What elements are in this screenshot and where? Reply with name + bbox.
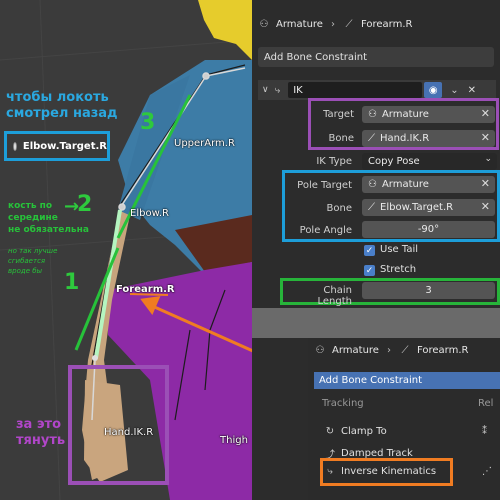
- clear-target-icon[interactable]: ✕: [481, 107, 490, 120]
- menu-item-clamp-to[interactable]: ↻ Clamp To: [324, 426, 387, 437]
- pole-bone-label: Bone: [326, 203, 352, 214]
- ik-constraint-icon: ⤷: [274, 84, 281, 96]
- breadcrumb-bone[interactable]: Forearm.R: [361, 19, 413, 30]
- add-constraint-menu-inset: ⚇ Armature › ⟋ Forearm.R Add Bone Constr…: [308, 338, 500, 500]
- inset-breadcrumb: ⚇ Armature › ⟋ Forearm.R: [308, 338, 500, 362]
- inset-breadcrumb-object[interactable]: Armature: [332, 345, 379, 356]
- clear-pole-target-icon[interactable]: ✕: [481, 177, 490, 190]
- chevron-right-icon: ›: [386, 344, 391, 356]
- add-bone-constraint-button[interactable]: Add Bone Constraint: [258, 47, 494, 67]
- pole-bone-value: Elbow.Target.R: [380, 202, 454, 213]
- bone-dot-icon: [13, 141, 17, 151]
- inset-breadcrumb-bone[interactable]: Forearm.R: [417, 345, 469, 356]
- blender-window: чтобы локоть смотрел назад Elbow.Target.…: [0, 0, 500, 500]
- clamp-to-icon: ↻: [325, 426, 335, 437]
- ik-type-value: Copy Pose: [368, 156, 420, 167]
- breadcrumb-object[interactable]: Armature: [276, 19, 323, 30]
- pole-bone-field[interactable]: ⟋ Elbow.Target.R ✕: [362, 199, 495, 216]
- chain-length-field[interactable]: 3: [362, 282, 495, 299]
- bone-label-forearm: Forearm.R: [116, 284, 175, 295]
- elbow-note: чтобы локоть смотрел назад: [6, 90, 118, 121]
- chevron-down-icon: ⌄: [484, 154, 492, 164]
- inset-add-bone-constraint-title: Add Bone Constraint: [314, 372, 500, 389]
- bone-field[interactable]: ⟋ Hand.IK.R ✕: [362, 130, 495, 147]
- bone-icon: ⟋: [368, 133, 375, 144]
- character-hair: [198, 0, 252, 60]
- bone-icon: ⟋: [345, 18, 353, 30]
- use-tail-checkbox[interactable]: ✓: [364, 245, 375, 256]
- bone-label-elbow: Elbow.R: [130, 208, 169, 219]
- clear-bone-icon[interactable]: ✕: [481, 131, 490, 144]
- bone-icon: ⟋: [368, 202, 375, 213]
- bone-value: Hand.IK.R: [380, 133, 430, 144]
- ik-constraint-header: ∨ ⤷ IK ◉ ⌄ ✕: [258, 80, 496, 100]
- breadcrumb: ⚇ Armature › ⟋ Forearm.R: [252, 12, 500, 36]
- menu-category-tracking: Tracking: [322, 398, 364, 409]
- panel-divider: [252, 308, 500, 338]
- pole-target-value: Armature: [381, 179, 429, 190]
- armature-icon: ⚇: [368, 109, 377, 120]
- target-label: Target: [323, 109, 354, 120]
- chain-number-3: 3: [140, 110, 156, 135]
- bone-label-upperarm: UpperArm.R: [174, 138, 235, 149]
- side-icon-1: ⁑: [482, 426, 487, 437]
- chevron-right-icon: ›: [330, 18, 335, 30]
- inverse-kinematics-highlight-box: [320, 458, 453, 486]
- pull-note: за это тянуть: [16, 417, 66, 448]
- side-icon-2: ⋰: [482, 466, 492, 477]
- armature-icon: ⚇: [259, 18, 269, 30]
- bone-icon: ⟋: [401, 344, 409, 356]
- stretch-label: Stretch: [380, 264, 417, 275]
- chain-number-2: 2: [77, 192, 93, 217]
- target-value: Armature: [381, 109, 429, 120]
- armature-icon: ⚇: [315, 344, 325, 356]
- pole-target-field[interactable]: ⚇ Armature ✕: [362, 176, 495, 193]
- eye-visibility-icon[interactable]: ◉: [424, 82, 443, 98]
- armature-icon: ⚇: [368, 179, 377, 190]
- pole-angle-label: Pole Angle: [299, 225, 352, 236]
- target-field[interactable]: ⚇ Armature ✕: [362, 106, 495, 123]
- pole-angle-field[interactable]: -90°: [362, 221, 495, 238]
- ik-type-label: IK Type: [316, 156, 352, 167]
- close-icon[interactable]: ✕: [468, 85, 476, 96]
- bend-note: но так лучше сгибается вроде бы: [8, 247, 58, 275]
- chain-length-label: Chain Length: [317, 285, 353, 307]
- use-tail-label: Use Tail: [380, 244, 418, 255]
- clear-pole-bone-icon[interactable]: ✕: [481, 200, 490, 213]
- elbow-target-label-box[interactable]: Elbow.Target.R: [4, 131, 110, 161]
- menu-category-relationship: Rel: [478, 398, 494, 409]
- constraint-name-field[interactable]: IK: [288, 82, 423, 98]
- bone-label-thigh: Thigh: [220, 435, 248, 446]
- chevron-down-icon[interactable]: ⌄: [450, 85, 458, 96]
- chain-number-1: 1: [64, 270, 80, 295]
- bone-label: Bone: [328, 133, 354, 144]
- elbow-target-name: Elbow.Target.R: [22, 140, 107, 152]
- stretch-checkbox[interactable]: ✓: [364, 265, 375, 276]
- 3d-viewport[interactable]: чтобы локоть смотрел назад Elbow.Target.…: [0, 0, 252, 500]
- hand-ik-highlight-box: [68, 365, 169, 485]
- ik-type-dropdown[interactable]: Copy Pose ⌄: [362, 153, 497, 170]
- pole-target-label: Pole Target: [297, 180, 352, 191]
- collapse-chevron-icon[interactable]: ∨: [262, 85, 269, 95]
